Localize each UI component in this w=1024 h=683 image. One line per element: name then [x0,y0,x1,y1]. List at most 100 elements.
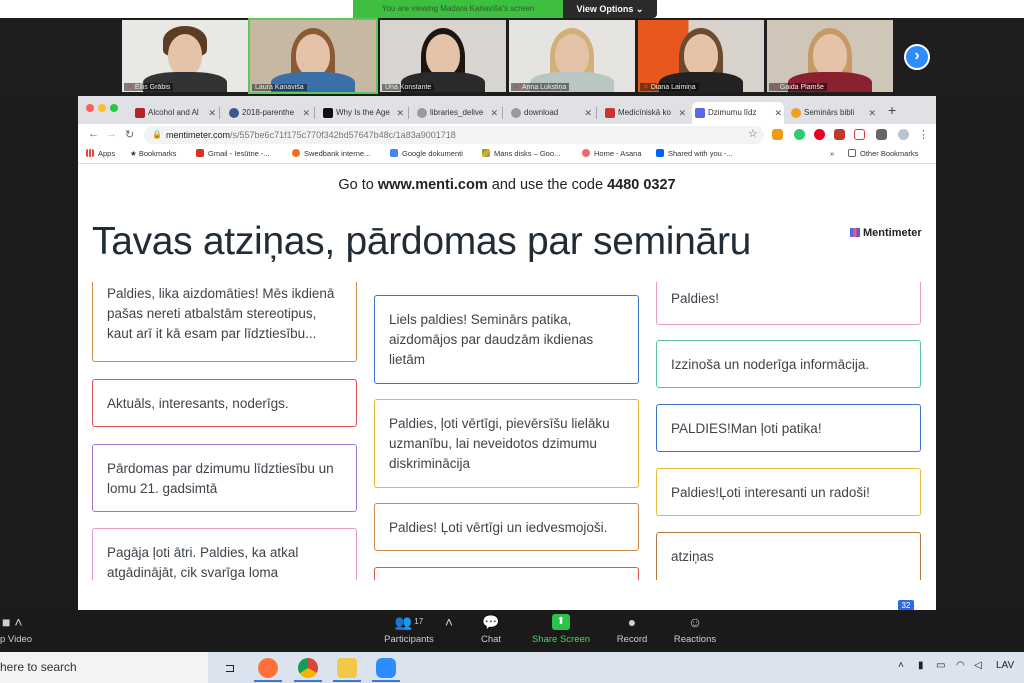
pdf-extension-icon[interactable] [834,129,845,140]
tab[interactable]: 2018-parenthe ✕ [226,102,312,124]
pocket-extension-icon[interactable] [854,129,865,140]
pinterest-extension-icon[interactable] [814,129,825,140]
star-icon: ★ [130,149,139,158]
chrome-icon[interactable] [298,658,318,678]
response-cards: Paldies, lika aizdomāties! Mēs ikdienā p… [78,282,936,580]
bookmark-shared[interactable]: Shared with you -... [656,149,733,158]
minimize-window-icon[interactable] [98,104,106,112]
bookmark-apps[interactable]: Apps [86,149,115,158]
logo-text: Mentimeter [863,227,922,239]
reactions-button[interactable]: ☺ Reactions [670,614,720,645]
swedbank-icon [292,149,300,157]
join-instructions: Go to www.menti.com and use the code 448… [78,177,936,193]
close-tab-icon[interactable]: ✕ [208,102,216,124]
tab[interactable]: Alcohol and Al ✕ [132,102,218,124]
share-screen-button[interactable]: ⬆ Share Screen [530,614,592,645]
participant-tile-active[interactable]: Laura Kanaviša [248,18,378,94]
firefox-icon[interactable] [258,658,278,678]
tab[interactable]: libraries_delive ✕ [414,102,500,124]
tab-active[interactable]: Dzimumu līdz ✕ [692,102,784,124]
close-window-icon[interactable] [86,104,94,112]
participant-name-text: Ellis Grābis [134,84,171,91]
menu-kebab-icon[interactable]: ⋮ [918,128,929,141]
reload-icon[interactable]: ↻ [125,128,134,141]
next-page-button[interactable]: › [904,44,930,70]
bookmark-gmail[interactable]: Gmail - Iesūtne -... [196,149,270,158]
participant-tile[interactable]: ✕ Anna Lukstiņa [509,20,635,92]
close-tab-icon[interactable]: ✕ [490,102,498,124]
more-bookmarks-button[interactable]: » [830,149,834,158]
bookmark-google-docs[interactable]: Google dokumenti [390,149,463,158]
language-indicator[interactable]: LAV [996,660,1014,671]
bookmark-label: Shared with you -... [668,149,733,158]
response-text: PALDIES!Man ļoti patika! [671,421,822,436]
bookmark-asana[interactable]: Home - Asana [582,149,642,158]
bookmark-bookmarks[interactable]: ★ Bookmarks [130,149,176,158]
bookmark-swedbank[interactable]: Swedbank interne... [292,149,370,158]
participants-menu-chevron[interactable]: ˄ [443,614,455,634]
zoom-toolbar: ■ ˄ p Video 👥 17 Participants ˄ 💬 Chat ⬆ Shar… [0,610,1024,652]
response-text: atziņas [671,549,714,564]
bookmark-label: Bookmarks [138,149,177,158]
new-tab-button[interactable]: + [888,102,896,118]
participant-name-text: Diana Laimiņa [650,84,696,91]
close-tab-icon[interactable]: ✕ [868,102,876,124]
favicon [791,108,801,118]
maximize-window-icon[interactable] [110,104,118,112]
tab[interactable]: Seminārs bibli ✕ [788,102,878,124]
tab-label: Medicīniskā ko [618,108,671,117]
forward-icon[interactable]: → [106,128,117,140]
stop-video-button[interactable]: ■ ˄ p Video [0,614,40,645]
microphone-icon[interactable]: ▮ [918,660,924,671]
zoom-app-icon[interactable] [376,658,396,678]
taskbar-search[interactable]: here to search [0,652,208,683]
chevron-up-icon: ˄ [444,614,454,630]
participant-name: Laura Kanaviša [252,84,307,91]
bookmark-other[interactable]: Other Bookmarks [848,149,918,158]
chat-button[interactable]: 💬 Chat [474,614,508,645]
tray-expand-icon[interactable]: ˄ [898,660,904,671]
volume-icon[interactable]: ◁ [974,660,982,671]
tab[interactable]: Why Is the Age ✕ [320,102,406,124]
record-button[interactable]: ● Record [612,614,652,645]
response-card: Paldies, ļoti vērtīgi, pievērsīšu lielāk… [374,399,639,488]
bookmark-drive[interactable]: Mans disks – Goo... [482,149,560,158]
view-options-button[interactable]: View Options ⌄ [563,0,657,18]
tab[interactable]: Medicīniskā ko ✕ [602,102,688,124]
participant-tile[interactable]: ✕ Ellis Grābis [122,20,248,92]
close-tab-icon[interactable]: ✕ [678,102,686,124]
muted-mic-icon: ✕ [127,84,133,91]
close-tab-icon[interactable]: ✕ [774,102,782,124]
favicon [229,108,239,118]
favicon [417,108,427,118]
profile-avatar-icon[interactable] [898,129,909,140]
url-field[interactable]: 🔒 mentimeter.com/s/557be6c71f175c770f342… [144,126,764,144]
chat-label: Chat [480,634,502,645]
rss-extension-icon[interactable] [772,129,783,140]
participants-button[interactable]: 👥 17 Participants [380,614,438,645]
viewing-banner: You are viewing Madara Kanaviša's screen [353,0,563,18]
tab[interactable]: download ✕ [508,102,594,124]
file-explorer-icon[interactable] [337,658,357,678]
close-tab-icon[interactable]: ✕ [584,102,592,124]
evernote-extension-icon[interactable] [794,129,805,140]
participant-tile[interactable]: ✕ Gaida Plamše [767,20,893,92]
star-icon[interactable]: ☆ [748,127,758,140]
response-text: Paldies, lika aizdomāties! Mēs ikdienā p… [107,286,335,341]
response-text: Izzinoša un noderīga informācija. [671,357,870,372]
participant-tile[interactable]: Una Konstante [380,20,506,92]
participant-tile[interactable]: ✕ Diana Laimiņa [638,20,764,92]
back-icon[interactable]: ← [88,128,99,140]
record-label: Record [616,634,648,645]
close-tab-icon[interactable]: ✕ [302,102,310,124]
close-tab-icon[interactable]: ✕ [396,102,404,124]
wifi-icon[interactable]: ◠ [956,660,965,671]
tab-bar: Alcohol and Al ✕ 2018-parenthe ✕ Why Is th… [78,96,936,124]
bookmark-label: Google dokumenti [402,149,463,158]
join-mid: and use the code [491,177,604,193]
puzzle-extensions-icon[interactable] [876,129,887,140]
task-view-icon[interactable]: ⊐ [220,658,240,678]
battery-icon[interactable]: ▭ [936,660,945,671]
bookmark-label: Gmail - Iesūtne -... [208,149,270,158]
response-card: Pārdomas par dzimumu līdztiesību un lomu… [92,444,357,512]
